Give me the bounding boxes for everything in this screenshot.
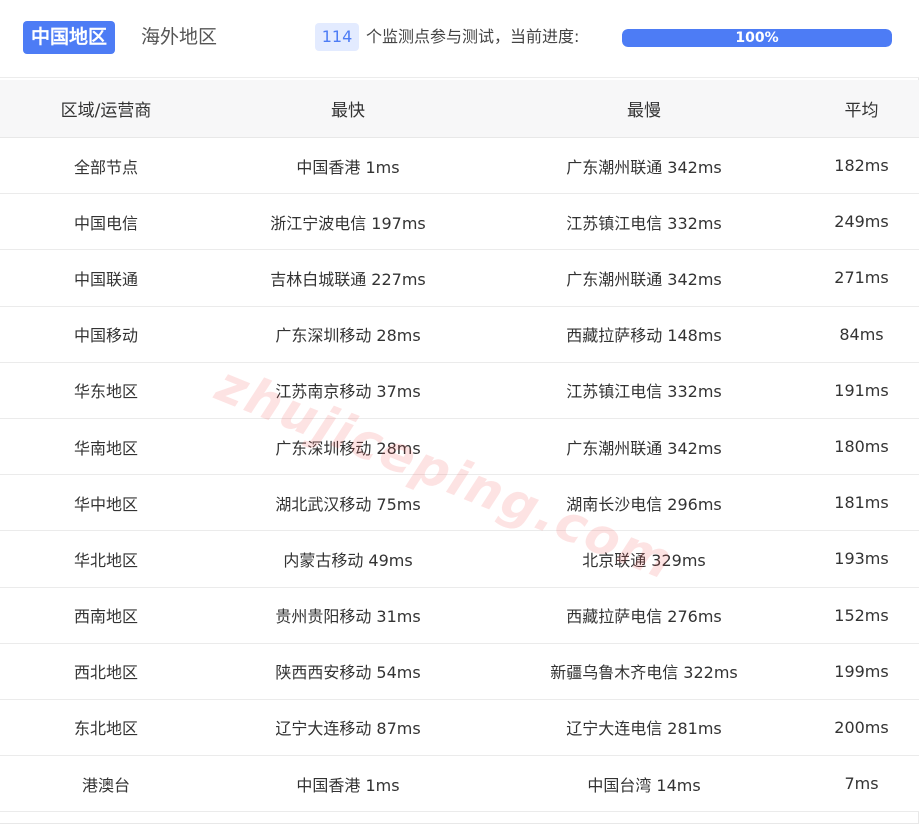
table-row: 中国移动 广东深圳移动 28ms 西藏拉萨移动 148ms 84ms (0, 306, 919, 363)
node-count-badge: 114 (315, 23, 359, 51)
average-cell: 199ms (834, 661, 889, 681)
average-cell: 249ms (834, 212, 889, 232)
fastest-cell: 辽宁大连移动 87ms (275, 719, 421, 739)
average-cell: 193ms (834, 549, 889, 569)
fastest-cell: 中国香港 1ms (296, 775, 400, 795)
table-row: 华北地区 内蒙古移动 49ms 北京联通 329ms 193ms (0, 531, 919, 588)
region-cell: 华北地区 (73, 550, 138, 570)
progress-status-text: 个监测点参与测试，当前进度: (366, 27, 580, 46)
tab-overseas-region[interactable]: 海外地区 (133, 21, 225, 54)
average-cell: 182ms (834, 156, 889, 176)
average-cell: 180ms (834, 437, 889, 457)
header-region-carrier: 区域/运营商 (60, 101, 152, 121)
table-row: 西南地区 贵州贵阳移动 31ms 西藏拉萨电信 276ms 152ms (0, 587, 919, 644)
header-slowest: 最慢 (627, 101, 661, 121)
slowest-cell: 广东潮州联通 342ms (566, 438, 722, 458)
slowest-cell: 西藏拉萨移动 148ms (566, 326, 722, 346)
slowest-cell: 广东潮州联通 342ms (566, 269, 722, 289)
region-cell: 全部节点 (73, 157, 138, 177)
slowest-cell: 江苏镇江电信 332ms (566, 213, 722, 233)
results-table: 区域/运营商 最快 最慢 平均 全部节点 中国香港 1ms 广东潮州联通 342ms… (0, 80, 919, 813)
table-row: 西北地区 陕西西安移动 54ms 新疆乌鲁木齐电信 322ms 199ms (0, 643, 919, 700)
fastest-cell: 浙江宁波电信 197ms (270, 213, 426, 233)
table-row: 港澳台 中国香港 1ms 中国台湾 14ms 7ms (0, 756, 919, 813)
region-cell: 华中地区 (73, 494, 138, 514)
table-row: 中国电信 浙江宁波电信 197ms 江苏镇江电信 332ms 249ms (0, 194, 919, 251)
region-cell: 西北地区 (73, 663, 138, 683)
fastest-cell: 广东深圳移动 28ms (275, 326, 421, 346)
slowest-cell: 西藏拉萨电信 276ms (566, 607, 722, 627)
fastest-cell: 江苏南京移动 37ms (275, 382, 421, 402)
average-cell: 84ms (839, 324, 884, 344)
fastest-cell: 内蒙古移动 49ms (283, 550, 413, 570)
fastest-cell: 广东深圳移动 28ms (275, 438, 421, 458)
region-cell: 中国联通 (73, 269, 138, 289)
top-bar: 中国地区 海外地区 114 个监测点参与测试，当前进度: 100% (0, 0, 919, 78)
region-cell: 华东地区 (73, 382, 138, 402)
tab-china-region[interactable]: 中国地区 (23, 21, 116, 54)
average-cell: 152ms (834, 605, 889, 625)
slowest-cell: 江苏镇江电信 332ms (566, 382, 722, 402)
region-cell: 港澳台 (81, 775, 130, 795)
progress-percent-label: 100% (735, 30, 779, 46)
average-cell: 181ms (834, 493, 889, 513)
slowest-cell: 北京联通 329ms (582, 550, 706, 570)
region-cell: 东北地区 (73, 719, 138, 739)
header-fastest: 最快 (331, 101, 365, 121)
slowest-cell: 中国台湾 14ms (587, 775, 701, 795)
header-average: 平均 (844, 101, 879, 121)
fastest-cell: 中国香港 1ms (296, 157, 400, 177)
slowest-cell: 新疆乌鲁木齐电信 322ms (550, 663, 738, 683)
speed-test-panel: 中国地区 海外地区 114 个监测点参与测试，当前进度: 100% 区域/运营商… (0, 0, 919, 824)
progress-bar: 100% (622, 29, 892, 47)
slowest-cell: 辽宁大连电信 281ms (566, 719, 722, 739)
table-row: 中国联通 吉林白城联通 227ms 广东潮州联通 342ms 271ms (0, 250, 919, 307)
table-row: 华南地区 广东深圳移动 28ms 广东潮州联通 342ms 180ms (0, 418, 919, 476)
fastest-cell: 陕西西安移动 54ms (275, 663, 421, 683)
region-cell: 华南地区 (73, 438, 138, 458)
table-body: 全部节点 中国香港 1ms 广东潮州联通 342ms 182ms 中国电信 浙江宁波电信 … (0, 138, 919, 813)
fastest-cell: 湖北武汉移动 75ms (275, 494, 421, 514)
table-row: 全部节点 中国香港 1ms 广东潮州联通 342ms 182ms (0, 138, 919, 195)
region-cell: 中国移动 (73, 326, 138, 346)
table-row: 华东地区 江苏南京移动 37ms 江苏镇江电信 332ms 191ms (0, 362, 919, 419)
average-cell: 7ms (844, 774, 879, 794)
region-cell: 西南地区 (73, 607, 138, 627)
table-header: 区域/运营商 最快 最慢 平均 (0, 80, 919, 138)
slowest-cell: 湖南长沙电信 296ms (566, 494, 722, 514)
table-row: 华中地区 湖北武汉移动 75ms 湖南长沙电信 296ms 181ms (0, 475, 919, 532)
table-row: 东北地区 辽宁大连移动 87ms 辽宁大连电信 281ms 200ms (0, 699, 919, 757)
average-cell: 191ms (834, 380, 889, 400)
fastest-cell: 贵州贵阳移动 31ms (275, 607, 421, 627)
region-cell: 中国电信 (73, 213, 138, 233)
average-cell: 271ms (834, 268, 889, 288)
fastest-cell: 吉林白城联通 227ms (270, 269, 426, 289)
average-cell: 200ms (834, 717, 889, 737)
slowest-cell: 广东潮州联通 342ms (566, 157, 722, 177)
